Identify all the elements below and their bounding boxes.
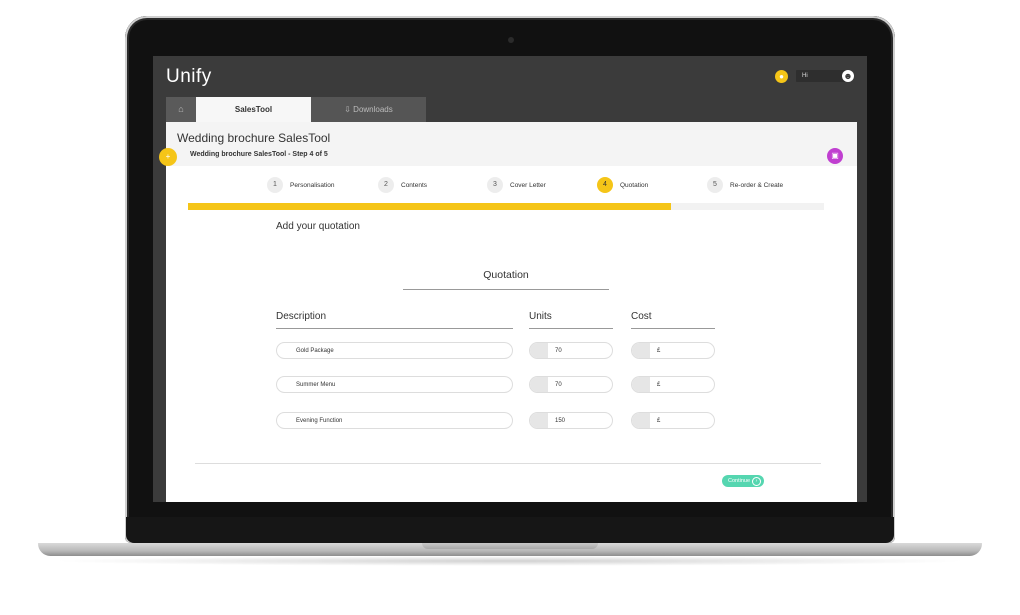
tab-salestool[interactable]: SalesTool [196, 97, 311, 122]
home-icon: ⌂ [178, 104, 184, 114]
divider [529, 328, 613, 329]
panel-header: Wedding brochure SalesTool Wedding broch… [166, 122, 857, 166]
divider [195, 463, 821, 464]
section-heading: Add your quotation [276, 221, 360, 232]
cost-field[interactable]: £ [631, 342, 715, 359]
step-reorder-create[interactable]: 5 Re-order & Create [707, 177, 783, 193]
main-panel: Wedding brochure SalesTool Wedding broch… [159, 122, 857, 502]
divider [276, 328, 513, 329]
step-label: Re-order & Create [730, 181, 784, 189]
bell-icon[interactable]: ● [775, 70, 788, 83]
units-field[interactable]: 150 [529, 412, 613, 429]
field-cap [632, 377, 650, 392]
description-field[interactable]: Evening Function [276, 412, 513, 429]
step-contents[interactable]: 2 Contents [378, 177, 427, 193]
app-logo: Unify [166, 66, 212, 87]
arrow-right-icon: › [752, 477, 761, 486]
step-personalisation[interactable]: 1 Personalisation [267, 177, 334, 193]
units-value: 150 [555, 418, 566, 424]
units-value: 70 [555, 382, 562, 388]
tab-downloads[interactable]: ⇩ Downloads [311, 97, 426, 122]
camera [508, 37, 514, 43]
continue-button[interactable]: Continue › [722, 475, 764, 487]
step-label: Personalisation [290, 181, 335, 189]
quotation-title: Quotation [483, 269, 529, 281]
step-label: Cover Letter [510, 181, 546, 189]
progress-fill [188, 203, 672, 210]
step-number: 2 [378, 177, 394, 193]
units-value: 70 [555, 348, 562, 354]
cost-field[interactable]: £ [631, 376, 715, 393]
page-title: Wedding brochure SalesTool [177, 131, 331, 145]
field-cap [632, 343, 650, 358]
tab-downloads-label: Downloads [353, 105, 393, 114]
units-field[interactable]: 70 [529, 376, 613, 393]
field-cap [632, 413, 650, 428]
currency-symbol: £ [657, 418, 661, 424]
currency-symbol: £ [657, 382, 661, 388]
download-icon: ⇩ [344, 105, 354, 114]
robot-icon[interactable]: ▣ [827, 148, 843, 164]
step-number: 4 [597, 177, 613, 193]
step-quotation[interactable]: 4 Quotation [597, 177, 648, 193]
currency-symbol: £ [657, 348, 661, 354]
progress-bar [188, 203, 824, 210]
description-field[interactable]: Gold Package [276, 342, 513, 359]
step-number: 5 [707, 177, 723, 193]
step-number: 1 [267, 177, 283, 193]
step-cover-letter[interactable]: 3 Cover Letter [487, 177, 546, 193]
units-header: Units [529, 311, 552, 322]
cost-field[interactable]: £ [631, 412, 715, 429]
field-cap [530, 413, 548, 428]
field-cap [530, 377, 548, 392]
description-header: Description [276, 311, 327, 322]
step-label: Quotation [620, 181, 649, 189]
divider [403, 289, 609, 290]
user-greeting[interactable]: Hi [796, 70, 846, 82]
continue-label: Continue [728, 478, 751, 484]
divider [631, 328, 715, 329]
field-cap [530, 343, 548, 358]
units-field[interactable]: 70 [529, 342, 613, 359]
app-screen: Unify ● Hi ☻ ⌂ SalesTool ⇩ Downloads Wed… [153, 56, 867, 502]
tab-home[interactable]: ⌂ [166, 97, 196, 122]
laptop-shadow [50, 556, 970, 566]
user-icon[interactable]: ☻ [842, 70, 854, 82]
step-number: 3 [487, 177, 503, 193]
plus-icon[interactable]: + [159, 148, 177, 166]
description-field[interactable]: Summer Menu [276, 376, 513, 393]
laptop-chin [126, 517, 894, 543]
step-label: Contents [401, 181, 428, 189]
cost-header: Cost [631, 311, 652, 322]
step-title: Wedding brochure SalesTool - Step 4 of 5 [190, 151, 328, 158]
laptop-notch [422, 543, 598, 549]
